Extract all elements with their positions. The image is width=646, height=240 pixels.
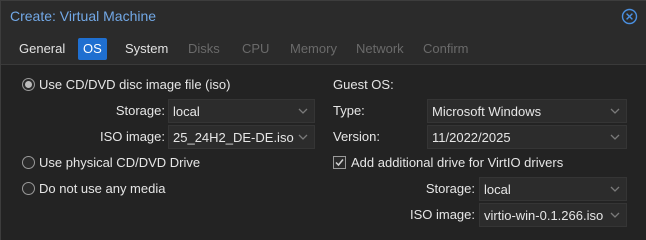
radio-button[interactable] xyxy=(22,182,35,195)
os-version-select-value: 11/2022/2025 xyxy=(432,130,511,145)
tab-cpu: CPU xyxy=(242,41,270,56)
tab-general[interactable]: General xyxy=(14,38,70,60)
os-panel: Use CD/DVD disc image file (iso) Storage… xyxy=(1,65,646,240)
chevron-down-icon xyxy=(610,108,620,114)
checkbox[interactable] xyxy=(333,156,346,169)
virtio-iso-select-value: virtio-win-0.1.266.iso xyxy=(484,208,604,223)
radio-label: Do not use any media xyxy=(39,181,166,196)
virtio-storage-select[interactable]: local xyxy=(479,177,627,201)
guest-os-heading: Guest OS: xyxy=(333,77,394,92)
checkbox-label: Add additional drive for VirtIO drivers xyxy=(351,155,564,170)
os-type-label: Type: xyxy=(333,103,365,118)
storage-select-value: local xyxy=(173,104,200,119)
os-type-select[interactable]: Microsoft Windows xyxy=(427,99,627,123)
os-version-select[interactable]: 11/2022/2025 xyxy=(427,125,627,149)
radio-label: Use CD/DVD disc image file (iso) xyxy=(39,77,231,92)
chevron-down-icon xyxy=(610,186,620,192)
tab-confirm: Confirm xyxy=(423,41,469,56)
iso-image-label: ISO image: xyxy=(99,129,165,144)
chevron-down-icon xyxy=(610,212,620,218)
radio-label: Use physical CD/DVD Drive xyxy=(39,155,201,170)
radio-use-iso[interactable]: Use CD/DVD disc image file (iso) xyxy=(22,76,282,94)
radio-no-media[interactable]: Do not use any media xyxy=(22,180,222,198)
radio-button[interactable] xyxy=(22,156,35,169)
virtio-storage-label: Storage: xyxy=(425,181,475,196)
dialog-title: Create: Virtual Machine xyxy=(10,8,157,24)
create-vm-dialog: Create: Virtual Machine General OS Syste… xyxy=(0,0,646,240)
storage-label: Storage: xyxy=(115,103,165,118)
radio-physical-drive[interactable]: Use physical CD/DVD Drive xyxy=(22,154,222,172)
virtio-drive-checkbox[interactable]: Add additional drive for VirtIO drivers xyxy=(333,154,623,172)
os-type-select-value: Microsoft Windows xyxy=(432,104,542,119)
chevron-down-icon xyxy=(298,134,308,140)
tab-disks: Disks xyxy=(188,41,220,56)
radio-button[interactable] xyxy=(22,78,35,91)
iso-image-select[interactable]: 25_24H2_DE-DE.iso xyxy=(168,125,315,149)
storage-select[interactable]: local xyxy=(168,99,315,123)
tab-os[interactable]: OS xyxy=(78,38,107,60)
tab-system[interactable]: System xyxy=(120,38,173,60)
tab-network: Network xyxy=(356,41,404,56)
virtio-storage-select-value: local xyxy=(484,182,511,197)
chevron-down-icon xyxy=(298,108,308,114)
wizard-tabs: General OS System Disks CPU Memory Netwo… xyxy=(1,32,646,65)
os-version-label: Version: xyxy=(333,129,380,144)
iso-image-select-value: 25_24H2_DE-DE.iso xyxy=(173,130,294,145)
dialog-titlebar: Create: Virtual Machine xyxy=(1,1,646,32)
check-icon xyxy=(335,159,344,167)
virtio-iso-label: ISO image: xyxy=(409,207,475,222)
virtio-iso-select[interactable]: virtio-win-0.1.266.iso xyxy=(479,203,627,227)
tab-memory: Memory xyxy=(290,41,337,56)
close-icon[interactable] xyxy=(621,8,638,25)
chevron-down-icon xyxy=(610,134,620,140)
